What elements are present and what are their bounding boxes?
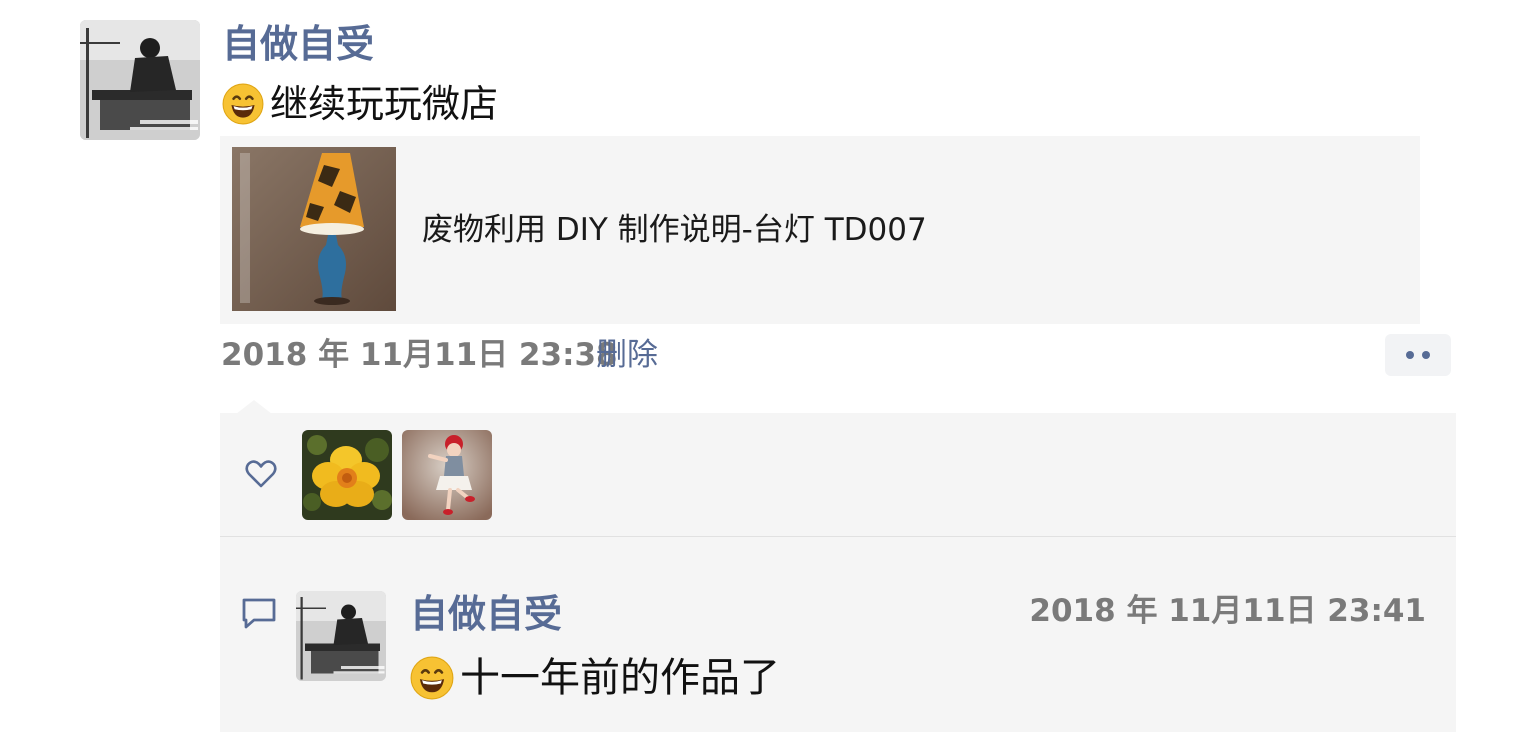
author-avatar[interactable]: [80, 20, 200, 140]
more-dots-button[interactable]: [1385, 334, 1451, 376]
liker-avatar-girl[interactable]: [402, 430, 492, 520]
grinning-face-emoji-icon: [222, 83, 264, 125]
post-text-content: 继续玩玩微店: [270, 82, 499, 126]
post-timestamp: 2018 年 11月11日 23:38: [221, 337, 618, 373]
panel-arrow: [236, 400, 272, 414]
yellow-flower-avatar: [302, 430, 392, 520]
dancing-girl-avatar: [402, 430, 492, 520]
interaction-panel: 自做自受 2018 年 11月11日 23:41 十一年前的作品了: [220, 413, 1456, 732]
lamp-photo-thumbnail: [232, 147, 396, 311]
avatar-image: [296, 591, 386, 681]
panel-divider: [220, 536, 1456, 537]
lamp-photo: [232, 147, 396, 311]
shared-link-card[interactable]: 废物利用 DIY 制作说明-台灯 TD007: [220, 136, 1420, 324]
comment-author-name[interactable]: 自做自受: [410, 590, 562, 638]
link-title: 废物利用 DIY 制作说明-台灯 TD007: [422, 212, 927, 248]
delete-button[interactable]: 删除: [596, 334, 658, 376]
heart-icon: [245, 460, 277, 488]
more-dots-icon: [1406, 351, 1414, 359]
moments-post-detail: 自做自受 继续玩玩微店 废物利用 DIY 制作说明-台灯 TD007 2018 …: [0, 0, 1536, 732]
comment-bubble-icon: [242, 598, 276, 629]
more-dots-icon: [1422, 351, 1430, 359]
comment-text: 十一年前的作品了: [410, 653, 780, 703]
comment-text-content: 十一年前的作品了: [460, 655, 780, 701]
likes-row: [220, 413, 1456, 537]
avatar-image: [80, 20, 200, 140]
grinning-face-emoji-icon: [410, 656, 454, 700]
liker-avatar-flower[interactable]: [302, 430, 392, 520]
post-author-name[interactable]: 自做自受: [222, 20, 374, 68]
comment-timestamp: 2018 年 11月11日 23:41: [1029, 593, 1426, 629]
post-text: 继续玩玩微店: [222, 80, 498, 128]
commenter-avatar[interactable]: [296, 591, 386, 681]
